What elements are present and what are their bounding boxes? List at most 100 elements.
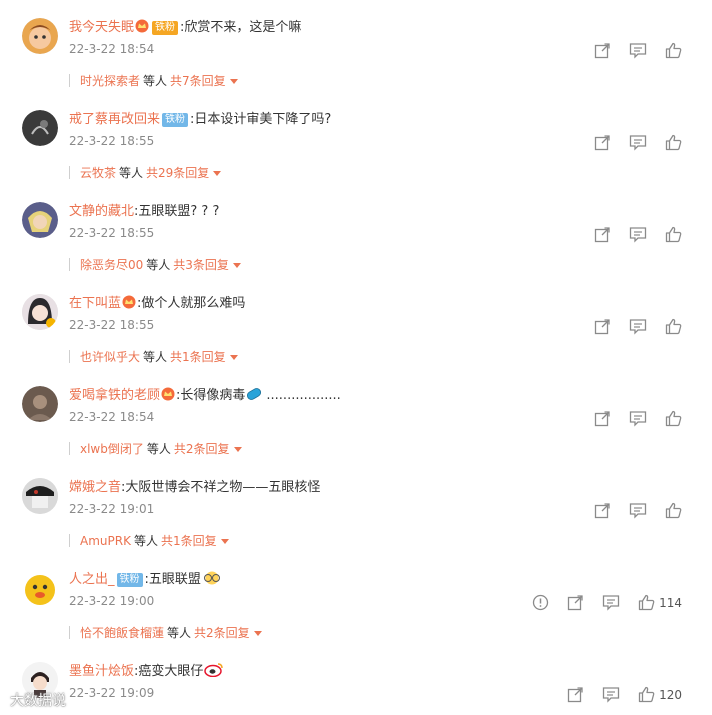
comment-icon[interactable]: [629, 42, 647, 59]
chevron-down-icon: [232, 263, 241, 268]
vip-crown-icon: [122, 295, 136, 309]
vip-crown-icon: [161, 387, 175, 401]
comment-item: 在下叫蓝 :做个人就那么难吗 22-3-22 18:55 也许似乎大 等人 共1条回复: [0, 276, 712, 368]
username-link[interactable]: 我今天失眠: [69, 20, 134, 35]
comment-item: 爱喝拿铁的老顾:长得像病毒.................. 22-3-22 …: [0, 368, 712, 460]
like-icon[interactable]: [665, 42, 682, 59]
chevron-down-icon: [220, 539, 229, 544]
share-icon[interactable]: [567, 594, 584, 611]
reply-summary[interactable]: 时光探索者 等人 共7条回复: [69, 72, 238, 89]
reply-count-link[interactable]: 共1条回复: [170, 350, 226, 364]
username-link[interactable]: 人之出_: [69, 572, 115, 587]
comment-icon[interactable]: [629, 502, 647, 519]
comment-time: 22-3-22 18:54: [69, 410, 155, 424]
capsule-emoji-icon: [246, 387, 262, 401]
reply-user-link[interactable]: xlwb倒闭了: [80, 442, 144, 456]
like-icon[interactable]: [665, 226, 682, 243]
comment-item: 嫦娥之音:大阪世博会不祥之物——五眼核怪 22-3-22 19:01 AmuPR…: [0, 460, 712, 552]
reply-count-link[interactable]: 共29条回复: [146, 166, 209, 180]
chevron-down-icon: [229, 355, 238, 360]
report-icon[interactable]: [532, 594, 549, 611]
comment-line: 戒了蔡再改回来 铁粉:日本设计审美下降了吗?: [69, 110, 331, 130]
reply-user-link[interactable]: 云牧茶: [80, 166, 116, 180]
reply-count-link[interactable]: 共7条回复: [170, 74, 226, 88]
comment-line: 墨鱼汁烩饭:癌变大眼仔: [69, 662, 225, 682]
like-icon[interactable]: [665, 502, 682, 519]
reply-summary[interactable]: 也许似乎大 等人 共1条回复: [69, 348, 238, 365]
comment-icon[interactable]: [602, 594, 620, 611]
chevron-down-icon: [229, 79, 238, 84]
comment-text: :做个人就那么难吗: [137, 296, 246, 311]
reply-summary[interactable]: xlwb倒闭了 等人 共2条回复: [69, 440, 242, 457]
like-icon[interactable]: [665, 134, 682, 151]
like-icon: [638, 594, 655, 611]
share-icon[interactable]: [594, 226, 611, 243]
comment-time: 22-3-22 19:01: [69, 502, 155, 516]
reply-summary[interactable]: AmuPRK 等人 共1条回复: [69, 532, 229, 549]
reply-summary[interactable]: 恰不飽飯食榴蓮 等人 共2条回复: [69, 624, 262, 641]
fan-badge: 铁粉: [116, 573, 143, 587]
like-icon[interactable]: [665, 410, 682, 427]
share-icon[interactable]: [594, 502, 611, 519]
comment-text: :五眼联盟: [144, 572, 201, 587]
divider: [69, 442, 70, 455]
divider: [69, 74, 70, 87]
watermark: 大数据说: [10, 693, 66, 709]
comment-line: 在下叫蓝 :做个人就那么难吗: [69, 294, 245, 314]
like-icon[interactable]: [665, 318, 682, 335]
comment-actions: [576, 318, 682, 335]
reply-count-link[interactable]: 共3条回复: [173, 258, 229, 272]
comment-item: 戒了蔡再改回来 铁粉:日本设计审美下降了吗? 22-3-22 18:55 云牧茶等…: [0, 92, 712, 184]
avatar[interactable]: [22, 110, 58, 146]
reply-user-link[interactable]: 除恶务尽00: [80, 258, 143, 272]
weibo-logo-icon: [204, 662, 224, 678]
reply-user-link[interactable]: 恰不飽飯食榴蓮: [80, 626, 164, 640]
comment-icon[interactable]: [629, 134, 647, 151]
comment-actions: [576, 410, 682, 427]
share-icon[interactable]: [567, 686, 584, 703]
avatar[interactable]: [22, 478, 58, 514]
comment-icon[interactable]: [602, 686, 620, 703]
comment-time: 22-3-22 18:55: [69, 318, 155, 332]
username-link[interactable]: 爱喝拿铁的老顾: [69, 388, 160, 403]
avatar[interactable]: [22, 386, 58, 422]
reply-summary[interactable]: 除恶务尽00 等人 共3条回复: [69, 256, 241, 273]
username-link[interactable]: 戒了蔡再改回来: [69, 112, 160, 127]
like-button[interactable]: 114: [638, 594, 682, 611]
reply-user-link[interactable]: AmuPRK: [80, 534, 131, 548]
comment-actions: [576, 42, 682, 59]
reply-connector: 等人: [143, 350, 168, 364]
like-count: 120: [659, 687, 682, 702]
reply-summary[interactable]: 云牧茶 等人 共29条回复: [69, 164, 222, 181]
comment-time: 22-3-22 18:55: [69, 226, 155, 240]
username-link[interactable]: 墨鱼汁烩饭: [69, 664, 134, 679]
share-icon[interactable]: [594, 134, 611, 151]
comment-icon[interactable]: [629, 226, 647, 243]
comment-icon[interactable]: [629, 318, 647, 335]
avatar[interactable]: [22, 202, 58, 238]
comment-item: 墨鱼汁烩饭:癌变大眼仔 22-3-22 19:09 120: [0, 644, 712, 715]
share-icon[interactable]: [594, 410, 611, 427]
username-link[interactable]: 文静的藏北: [69, 204, 134, 219]
reply-count-link[interactable]: 共1条回复: [161, 534, 217, 548]
glasses-emoji-icon: [202, 571, 222, 585]
divider: [69, 258, 70, 271]
avatar[interactable]: [22, 570, 58, 606]
fan-badge: 铁粉: [162, 113, 189, 127]
comment-line: 嫦娥之音:大阪世博会不祥之物——五眼核怪: [69, 478, 320, 498]
chevron-down-icon: [253, 631, 262, 636]
like-icon: [638, 686, 655, 703]
reply-count-link[interactable]: 共2条回复: [174, 442, 230, 456]
avatar[interactable]: [22, 18, 58, 54]
like-button[interactable]: 120: [638, 686, 682, 703]
share-icon[interactable]: [594, 42, 611, 59]
share-icon[interactable]: [594, 318, 611, 335]
reply-user-link[interactable]: 时光探索者: [80, 74, 140, 88]
fan-badge: 铁粉: [152, 21, 179, 35]
comment-icon[interactable]: [629, 410, 647, 427]
username-link[interactable]: 嫦娥之音: [69, 480, 121, 495]
reply-count-link[interactable]: 共2条回复: [194, 626, 250, 640]
avatar[interactable]: [22, 294, 58, 330]
reply-user-link[interactable]: 也许似乎大: [80, 350, 140, 364]
username-link[interactable]: 在下叫蓝: [69, 296, 121, 311]
